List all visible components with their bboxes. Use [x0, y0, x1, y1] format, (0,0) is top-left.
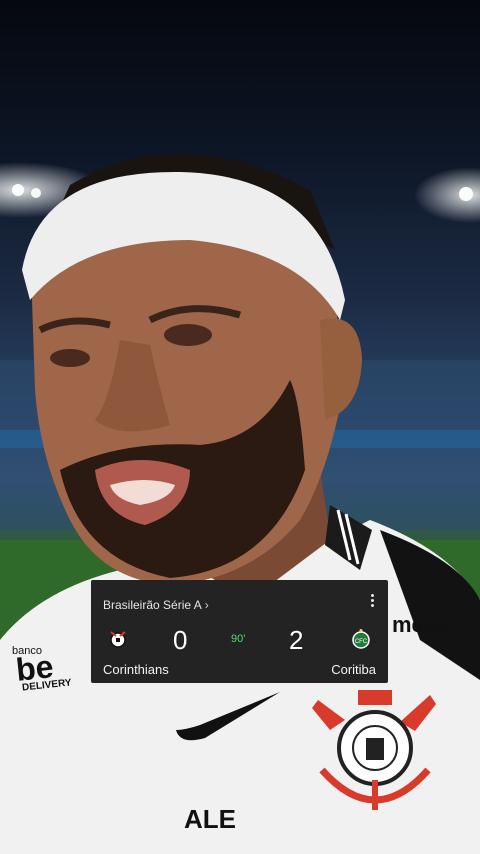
more-vert-icon[interactable]	[370, 594, 374, 607]
corinthians-logo-icon	[110, 631, 126, 648]
sponsor-mesa: mesa	[392, 612, 449, 637]
competition-link[interactable]: Brasileirão Série A ›	[103, 598, 209, 612]
video-frame: banco be DELIVERY mesa ALE Brasileirão S…	[0, 0, 480, 854]
chevron-right-icon: ›	[204, 598, 209, 612]
sponsor-ale: ALE	[184, 804, 236, 834]
home-score: 0	[173, 625, 188, 655]
match-clock: 90'	[231, 633, 246, 645]
away-score: 2	[289, 625, 304, 655]
match-score-card[interactable]: Brasileirão Série A › 0 90' 2 CFC Corinth…	[91, 580, 388, 683]
competition-label: Brasileirão Série A	[103, 598, 202, 612]
player-photo: banco	[0, 153, 480, 854]
home-team-name[interactable]: Corinthians	[103, 662, 169, 677]
away-team-name[interactable]: Coritiba	[331, 662, 376, 677]
coritiba-logo-icon: CFC	[352, 629, 370, 649]
svg-text:CFC: CFC	[355, 639, 368, 645]
